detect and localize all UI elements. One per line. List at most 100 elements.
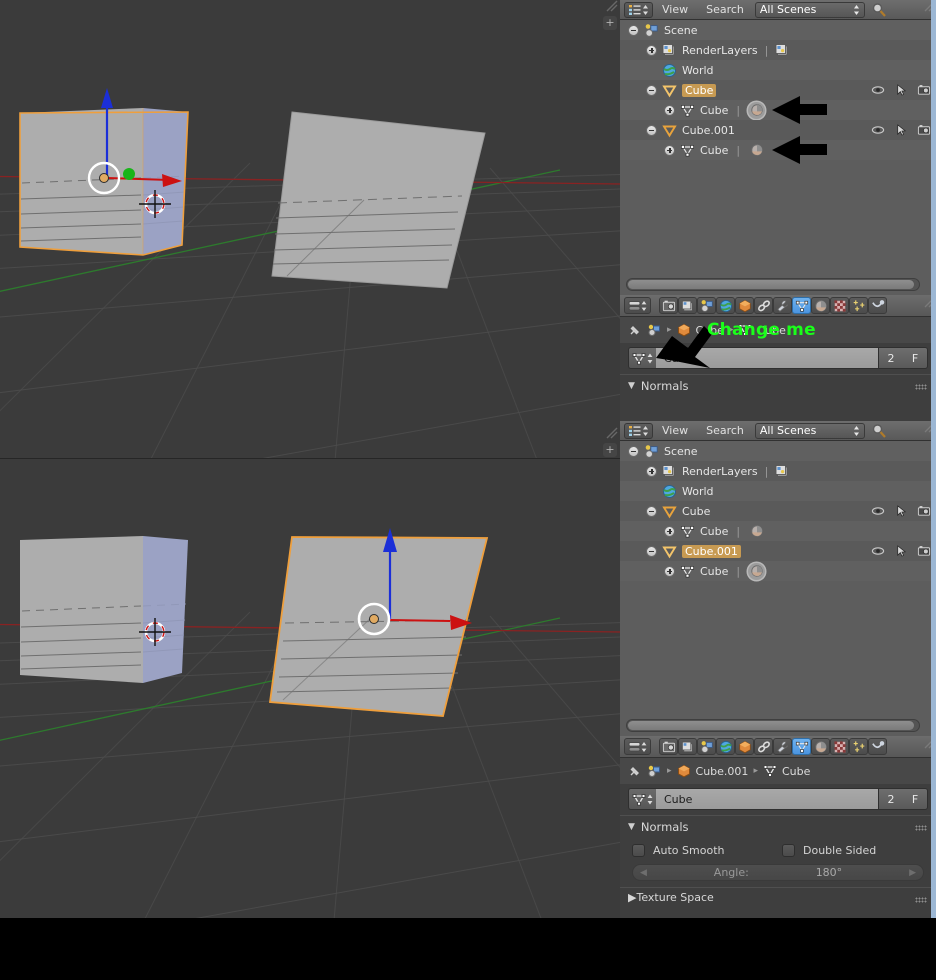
outliner-row[interactable]: Cube | <box>620 100 936 120</box>
scene-tab[interactable] <box>697 297 716 314</box>
scrollbar-thumb[interactable] <box>628 721 915 730</box>
outliner-restrict-toggles[interactable] <box>871 541 931 561</box>
outliner-row[interactable]: RenderLayers | <box>620 40 936 60</box>
search-icon[interactable] <box>871 2 887 18</box>
render-tab[interactable] <box>659 738 678 755</box>
panel-header-texture-space[interactable]: ▶ Texture Space <box>620 887 936 907</box>
outliner-material-datablock-button[interactable] <box>748 101 766 119</box>
collapse-minus-icon[interactable] <box>628 24 639 36</box>
expand-plus-icon[interactable] <box>664 104 675 116</box>
outliner-row[interactable]: Cube | <box>620 521 936 541</box>
area-corner-grip-top[interactable] <box>606 0 618 12</box>
properties-bottom-breadcrumb[interactable]: ▸ Cube.001 ▸ Cube <box>620 758 936 784</box>
collapse-minus-icon[interactable] <box>646 545 657 557</box>
modifiers-tab[interactable] <box>773 738 792 755</box>
camera-icon[interactable] <box>917 544 931 558</box>
outliner-row[interactable]: World <box>620 481 936 501</box>
render-layers-tab[interactable] <box>678 738 697 755</box>
outliner-editor-type-button[interactable] <box>624 1 653 18</box>
outliner-row[interactable]: Cube <box>620 80 936 100</box>
datablock-name-input[interactable]: Cube <box>656 788 878 810</box>
properties-top-tabs[interactable] <box>659 297 887 314</box>
collapse-minus-icon[interactable] <box>646 124 657 136</box>
world-tab[interactable] <box>716 738 735 755</box>
eye-icon[interactable] <box>871 544 885 558</box>
datablock-fake-user-button[interactable]: F <box>903 788 928 810</box>
object-data-tab[interactable] <box>792 297 811 314</box>
scrollbar-thumb[interactable] <box>628 280 915 289</box>
double-sided-toggle[interactable]: Double Sided <box>782 844 876 857</box>
cursor-arrow-icon[interactable] <box>894 544 908 558</box>
horizontal-scrollbar[interactable] <box>626 719 920 732</box>
eye-icon[interactable] <box>871 83 885 97</box>
breadcrumb-scene-icon[interactable] <box>647 764 662 778</box>
texture-tab[interactable] <box>830 738 849 755</box>
properties-top-tabbar[interactable] <box>620 295 936 317</box>
outliner-bottom[interactable]: Scene RenderLayers | World Cube Cube | Cube.001… <box>620 441 936 736</box>
datablock-users-count[interactable]: 2 <box>878 347 903 369</box>
collapse-minus-icon[interactable] <box>646 84 657 96</box>
outliner-bottom-menu-search[interactable]: Search <box>697 424 753 437</box>
render-tab[interactable] <box>659 297 678 314</box>
outliner-bottom-display-mode[interactable]: All Scenes <box>754 422 865 439</box>
eye-icon[interactable] <box>871 504 885 518</box>
renderlayers-icon[interactable] <box>775 43 790 58</box>
outliner-bottom-editor-type-button[interactable] <box>624 422 653 439</box>
particles-tab[interactable] <box>849 297 868 314</box>
properties-top-datablock-row[interactable]: Cube 2 F <box>628 347 928 369</box>
scene-tab[interactable] <box>697 738 716 755</box>
outliner-row[interactable]: RenderLayers | <box>620 461 936 481</box>
expand-plus-icon[interactable] <box>646 44 657 56</box>
properties-bottom-editor-type-button[interactable] <box>624 738 651 755</box>
outliner-top-display-mode[interactable]: All Scenes <box>754 1 865 18</box>
outliner-row[interactable]: Scene <box>620 441 936 461</box>
outliner-top-menu-view[interactable]: View <box>653 3 697 16</box>
world-tab[interactable] <box>716 297 735 314</box>
panel-header-normals[interactable]: ▼ Normals <box>620 815 936 837</box>
outliner-bottom-menu-view[interactable]: View <box>653 424 697 437</box>
angle-slider[interactable]: ◀ Angle: 180° ▶ <box>632 864 924 881</box>
texture-tab[interactable] <box>830 297 849 314</box>
camera-icon[interactable] <box>917 504 931 518</box>
double-sided-checkbox[interactable] <box>782 844 795 857</box>
renderlayers-icon[interactable] <box>775 464 790 479</box>
physics-tab[interactable] <box>868 738 887 755</box>
expand-plus-icon[interactable] <box>646 465 657 477</box>
outliner-row[interactable]: Scene <box>620 20 936 40</box>
auto-smooth-toggle[interactable]: Auto Smooth <box>632 844 782 857</box>
viewport-tab-handle-top[interactable]: + <box>603 16 617 30</box>
object-data-tab[interactable] <box>792 738 811 755</box>
pin-icon[interactable] <box>628 764 642 778</box>
breadcrumb-scene-icon[interactable] <box>647 323 662 337</box>
material-tab[interactable] <box>811 738 830 755</box>
properties-bottom-tabs[interactable] <box>659 738 887 755</box>
object-tab[interactable] <box>735 738 754 755</box>
expand-plus-icon[interactable] <box>664 525 675 537</box>
search-icon[interactable] <box>871 423 887 439</box>
modifiers-tab[interactable] <box>773 297 792 314</box>
camera-icon[interactable] <box>917 83 931 97</box>
object-tab[interactable] <box>735 297 754 314</box>
cursor-arrow-icon[interactable] <box>894 504 908 518</box>
particles-tab[interactable] <box>849 738 868 755</box>
auto-smooth-checkbox[interactable] <box>632 844 645 857</box>
outliner-row[interactable]: Cube | <box>620 140 936 160</box>
outliner-row[interactable]: Cube | <box>620 561 936 581</box>
outliner-row[interactable]: Cube <box>620 501 936 521</box>
area-corner-grip-mid[interactable] <box>606 427 618 439</box>
outliner-material-datablock-button[interactable] <box>748 562 766 580</box>
physics-tab[interactable] <box>868 297 887 314</box>
datablock-fake-user-button[interactable]: F <box>903 347 928 369</box>
outliner-restrict-toggles[interactable] <box>871 501 931 521</box>
viewport-tab-handle-bottom[interactable]: + <box>603 443 617 457</box>
properties-bottom-datablock-row[interactable]: Cube 2 F <box>628 788 928 810</box>
horizontal-scrollbar[interactable] <box>626 278 920 291</box>
cursor-arrow-icon[interactable] <box>894 83 908 97</box>
camera-icon[interactable] <box>917 123 931 137</box>
datablock-name-input[interactable]: Cube <box>656 347 878 369</box>
angle-increment-icon[interactable]: ▶ <box>909 868 916 878</box>
datablock-type-button[interactable] <box>628 347 656 369</box>
constraints-tab[interactable] <box>754 297 773 314</box>
eye-icon[interactable] <box>871 123 885 137</box>
cursor-arrow-icon[interactable] <box>894 123 908 137</box>
